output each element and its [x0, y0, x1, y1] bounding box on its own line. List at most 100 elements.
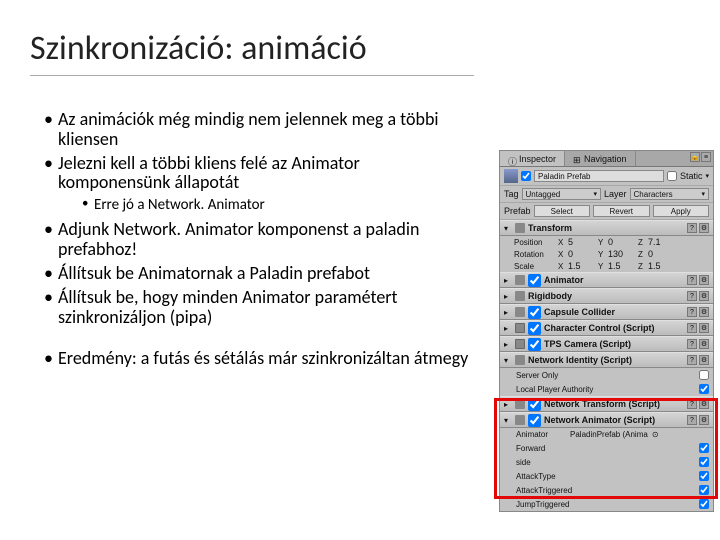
tag-label: Tag — [504, 189, 519, 199]
component-enabled-checkbox[interactable] — [528, 414, 541, 427]
gear-icon[interactable]: ⚙ — [699, 355, 709, 365]
navigation-icon: ⊞ — [573, 155, 581, 163]
bullet-text: Jelezni kell a többi kliens felé az Anim… — [58, 152, 360, 194]
param-label: side — [516, 458, 695, 467]
object-picker-icon[interactable]: ⊙ — [652, 430, 659, 439]
transform-icon — [515, 223, 525, 233]
expand-arrow-icon[interactable]: ▸ — [504, 324, 512, 333]
pos-x-field[interactable]: 5 — [568, 237, 596, 247]
help-icon[interactable]: ? — [687, 415, 697, 425]
revert-button[interactable]: Revert — [593, 205, 649, 217]
expand-arrow-icon[interactable]: ▾ — [504, 356, 512, 365]
component-enabled-checkbox[interactable] — [528, 306, 541, 319]
animator-icon — [515, 275, 525, 285]
prefab-buttons-row: Prefab Select Revert Apply — [500, 203, 713, 220]
component-enabled-checkbox[interactable] — [528, 274, 541, 287]
component-transform[interactable]: ▾ Transform ?⚙ — [500, 220, 713, 236]
local-authority-checkbox[interactable] — [699, 384, 709, 394]
scale-x-field[interactable]: 1.5 — [568, 261, 596, 271]
component-network-animator[interactable]: ▾ Network Animator (Script) ?⚙ — [500, 412, 713, 428]
active-checkbox[interactable] — [521, 171, 531, 181]
help-icon[interactable]: ? — [687, 339, 697, 349]
gear-icon[interactable]: ⚙ — [699, 291, 709, 301]
expand-arrow-icon[interactable]: ▾ — [504, 416, 512, 425]
select-button[interactable]: Select — [534, 205, 590, 217]
local-authority-row: Local Player Authority — [500, 382, 713, 396]
help-icon[interactable]: ? — [687, 275, 697, 285]
tag-value: Untagged — [526, 190, 561, 199]
help-icon[interactable]: ? — [687, 399, 697, 409]
expand-arrow-icon[interactable]: ▸ — [504, 308, 512, 317]
network-icon — [515, 415, 525, 425]
component-name: Network Transform (Script) — [544, 399, 684, 409]
pos-y-field[interactable]: 0 — [608, 237, 636, 247]
network-icon — [515, 399, 525, 409]
pos-z-field[interactable]: 7.1 — [648, 237, 676, 247]
static-checkbox[interactable] — [667, 171, 677, 181]
help-icon[interactable]: ? — [687, 355, 697, 365]
component-name: TPS Camera (Script) — [544, 339, 684, 349]
help-icon[interactable]: ? — [687, 291, 697, 301]
tag-layer-row: Tag Untagged Layer Characters — [500, 186, 713, 203]
expand-arrow-icon[interactable]: ▸ — [504, 400, 512, 409]
tag-dropdown[interactable]: Untagged — [522, 188, 601, 200]
help-icon[interactable]: ? — [687, 323, 697, 333]
param-checkbox[interactable] — [699, 443, 709, 453]
gear-icon[interactable]: ⚙ — [699, 323, 709, 333]
tab-navigation[interactable]: ⊞ Navigation — [565, 151, 636, 166]
gear-icon[interactable]: ⚙ — [699, 307, 709, 317]
expand-arrow-icon[interactable]: ▸ — [504, 276, 512, 285]
scale-row: Scale X1.5 Y1.5 Z1.5 — [500, 260, 713, 272]
component-enabled-checkbox[interactable] — [528, 338, 541, 351]
chevron-down-icon[interactable]: ▾ — [705, 172, 709, 180]
expand-arrow-icon[interactable]: ▸ — [504, 292, 512, 301]
param-row: side — [500, 455, 713, 469]
scale-y-field[interactable]: 1.5 — [608, 261, 636, 271]
component-character-control[interactable]: ▸ Character Control (Script) ?⚙ — [500, 320, 713, 336]
gear-icon[interactable]: ⚙ — [699, 415, 709, 425]
rotation-row: Rotation X0 Y130 Z0 — [500, 248, 713, 260]
rot-y-field[interactable]: 130 — [608, 249, 636, 259]
apply-button[interactable]: Apply — [653, 205, 709, 217]
gear-icon[interactable]: ⚙ — [699, 223, 709, 233]
menu-icon[interactable]: ≡ — [701, 152, 711, 162]
param-checkbox[interactable] — [699, 499, 709, 509]
expand-arrow-icon[interactable]: ▾ — [504, 224, 512, 233]
field-label: Rotation — [514, 250, 556, 259]
component-network-identity[interactable]: ▾ Network Identity (Script) ?⚙ — [500, 352, 713, 368]
param-row: AttackTriggered — [500, 483, 713, 497]
help-icon[interactable]: ? — [687, 223, 697, 233]
rot-x-field[interactable]: 0 — [568, 249, 596, 259]
component-network-transform[interactable]: ▸ Network Transform (Script) ?⚙ — [500, 396, 713, 412]
object-name-field[interactable]: Paladin Prefab — [534, 170, 664, 182]
rot-z-field[interactable]: 0 — [648, 249, 676, 259]
component-enabled-checkbox[interactable] — [528, 398, 541, 411]
tab-inspector[interactable]: ⓘ Inspector — [500, 151, 565, 166]
lock-icon[interactable]: 🔒 — [690, 152, 700, 162]
component-rigidbody[interactable]: ▸ Rigidbody ?⚙ — [500, 288, 713, 304]
param-checkbox[interactable] — [699, 457, 709, 467]
gear-icon[interactable]: ⚙ — [699, 399, 709, 409]
bullet: Állítsuk be Animatornak a Paladin prefab… — [44, 264, 474, 284]
gear-icon[interactable]: ⚙ — [699, 275, 709, 285]
help-icon[interactable]: ? — [687, 307, 697, 317]
component-capsule-collider[interactable]: ▸ Capsule Collider ?⚙ — [500, 304, 713, 320]
component-tps-camera[interactable]: ▸ TPS Camera (Script) ?⚙ — [500, 336, 713, 352]
gear-icon[interactable]: ⚙ — [699, 339, 709, 349]
script-icon — [515, 323, 525, 333]
param-checkbox[interactable] — [699, 485, 709, 495]
animator-ref-field[interactable]: PaladinPrefab (Anima — [570, 430, 648, 439]
field-label: Position — [514, 238, 556, 247]
object-header-row: Paladin Prefab Static ▾ — [500, 167, 713, 186]
param-row: JumpTriggered — [500, 497, 713, 511]
scale-z-field[interactable]: 1.5 — [648, 261, 676, 271]
layer-dropdown[interactable]: Characters — [630, 188, 709, 200]
expand-arrow-icon[interactable]: ▸ — [504, 340, 512, 349]
param-checkbox[interactable] — [699, 471, 709, 481]
component-name: Animator — [544, 275, 684, 285]
component-animator[interactable]: ▸ Animator ?⚙ — [500, 272, 713, 288]
server-only-checkbox[interactable] — [699, 370, 709, 380]
collider-icon — [515, 307, 525, 317]
component-enabled-checkbox[interactable] — [528, 322, 541, 335]
param-label: Forward — [516, 444, 695, 453]
